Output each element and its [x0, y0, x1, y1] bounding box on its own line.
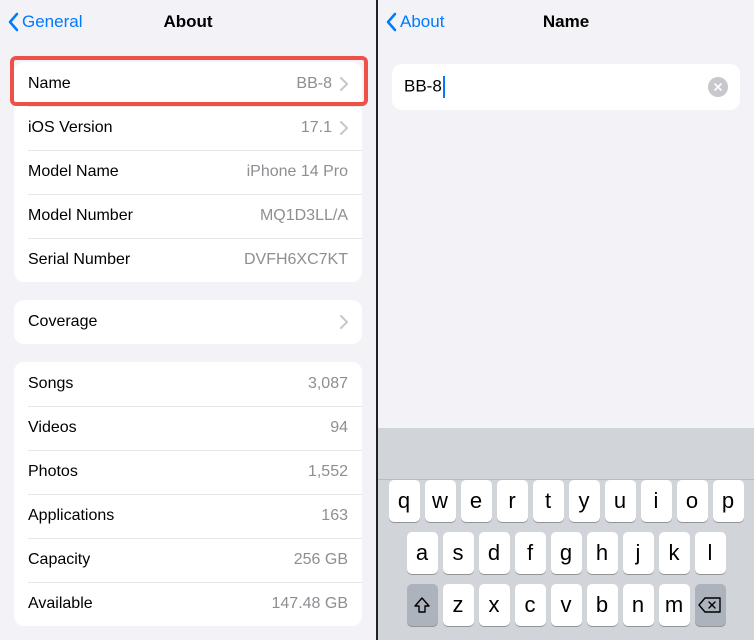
row-value: 17.1 [301, 119, 332, 137]
chevron-left-icon [386, 12, 398, 32]
key-w[interactable]: w [425, 480, 456, 522]
keyboard: qwertyuiop asdfghjkl zxcvbnm [378, 428, 754, 640]
row-value: DVFH6XC7KT [244, 251, 348, 269]
row-value: 1,552 [308, 463, 348, 481]
row-value: 3,087 [308, 375, 348, 393]
page-title: About [163, 12, 212, 32]
about-content: Name BB-8 iOS Version 17.1 Model Name iPhone … [0, 44, 376, 640]
key-f[interactable]: f [515, 532, 546, 574]
row-label: Applications [28, 507, 114, 525]
device-info-group: Name BB-8 iOS Version 17.1 Model Name iPhone … [14, 62, 362, 282]
settings-row-model-name: Model Name iPhone 14 Pro [14, 150, 362, 194]
key-q[interactable]: q [389, 480, 420, 522]
key-k[interactable]: k [659, 532, 690, 574]
key-i[interactable]: i [641, 480, 672, 522]
keyboard-row-1: qwertyuiop [382, 480, 750, 522]
key-h[interactable]: h [587, 532, 618, 574]
key-v[interactable]: v [551, 584, 582, 626]
chevron-right-icon [340, 77, 348, 91]
name-input-row[interactable]: BB-8 [392, 64, 740, 110]
nav-bar: General About [0, 0, 376, 44]
settings-row-name[interactable]: Name BB-8 [14, 62, 362, 106]
key-u[interactable]: u [605, 480, 636, 522]
nav-bar: About Name [378, 0, 754, 44]
key-j[interactable]: j [623, 532, 654, 574]
x-icon [713, 82, 723, 92]
back-button[interactable]: About [386, 12, 444, 32]
shift-key[interactable] [407, 584, 438, 626]
key-n[interactable]: n [623, 584, 654, 626]
text-cursor [443, 76, 445, 98]
row-label: Capacity [28, 551, 90, 569]
key-a[interactable]: a [407, 532, 438, 574]
keyboard-row-3: zxcvbnm [382, 584, 750, 626]
row-label: Songs [28, 375, 73, 393]
row-label: iOS Version [28, 119, 112, 137]
settings-row-photos: Photos 1,552 [14, 450, 362, 494]
row-value: iPhone 14 Pro [247, 163, 348, 181]
key-e[interactable]: e [461, 480, 492, 522]
storage-group: Songs 3,087 Videos 94 Photos 1,552 Application… [14, 362, 362, 626]
shift-icon [412, 595, 432, 615]
row-label: Name [28, 75, 71, 93]
key-p[interactable]: p [713, 480, 744, 522]
key-l[interactable]: l [695, 532, 726, 574]
row-label: Available [28, 595, 93, 613]
back-button[interactable]: General [8, 12, 82, 32]
settings-row-capacity: Capacity 256 GB [14, 538, 362, 582]
about-screen: General About Name BB-8 iOS Version 17.1 Mod… [0, 0, 378, 640]
key-y[interactable]: y [569, 480, 600, 522]
settings-row-videos: Videos 94 [14, 406, 362, 450]
settings-row-available: Available 147.48 GB [14, 582, 362, 626]
back-label: General [22, 12, 82, 32]
settings-row-serial-number: Serial Number DVFH6XC7KT [14, 238, 362, 282]
clear-button[interactable] [708, 77, 728, 97]
keyboard-row-2: asdfghjkl [382, 532, 750, 574]
row-label: Model Number [28, 207, 133, 225]
key-z[interactable]: z [443, 584, 474, 626]
row-value: BB-8 [296, 75, 332, 93]
name-edit-screen: About Name BB-8 qwertyuiop asdfghjkl zxc… [378, 0, 754, 640]
row-value: 147.48 GB [272, 595, 349, 613]
row-value: 94 [330, 419, 348, 437]
chevron-right-icon [340, 121, 348, 135]
row-value: MQ1D3LL/A [260, 207, 348, 225]
key-r[interactable]: r [497, 480, 528, 522]
key-s[interactable]: s [443, 532, 474, 574]
row-label: Serial Number [28, 251, 130, 269]
backspace-icon [698, 596, 722, 614]
key-x[interactable]: x [479, 584, 510, 626]
settings-row-applications: Applications 163 [14, 494, 362, 538]
settings-row-model-number: Model Number MQ1D3LL/A [14, 194, 362, 238]
chevron-right-icon [340, 315, 348, 329]
page-title: Name [543, 12, 589, 32]
key-d[interactable]: d [479, 532, 510, 574]
key-c[interactable]: c [515, 584, 546, 626]
name-input-value: BB-8 [404, 76, 442, 95]
row-value: 163 [321, 507, 348, 525]
key-b[interactable]: b [587, 584, 618, 626]
row-label: Videos [28, 419, 77, 437]
key-m[interactable]: m [659, 584, 690, 626]
row-label: Photos [28, 463, 78, 481]
key-t[interactable]: t [533, 480, 564, 522]
row-label: Coverage [28, 313, 97, 331]
key-o[interactable]: o [677, 480, 708, 522]
settings-row-coverage[interactable]: Coverage [14, 300, 362, 344]
chevron-left-icon [8, 12, 20, 32]
row-label: Model Name [28, 163, 119, 181]
keyboard-suggestion-bar[interactable] [378, 436, 754, 480]
coverage-group: Coverage [14, 300, 362, 344]
settings-row-songs: Songs 3,087 [14, 362, 362, 406]
settings-row-ios-version[interactable]: iOS Version 17.1 [14, 106, 362, 150]
back-label: About [400, 12, 444, 32]
name-input[interactable]: BB-8 [404, 76, 708, 98]
row-value: 256 GB [294, 551, 348, 569]
key-g[interactable]: g [551, 532, 582, 574]
backspace-key[interactable] [695, 584, 726, 626]
